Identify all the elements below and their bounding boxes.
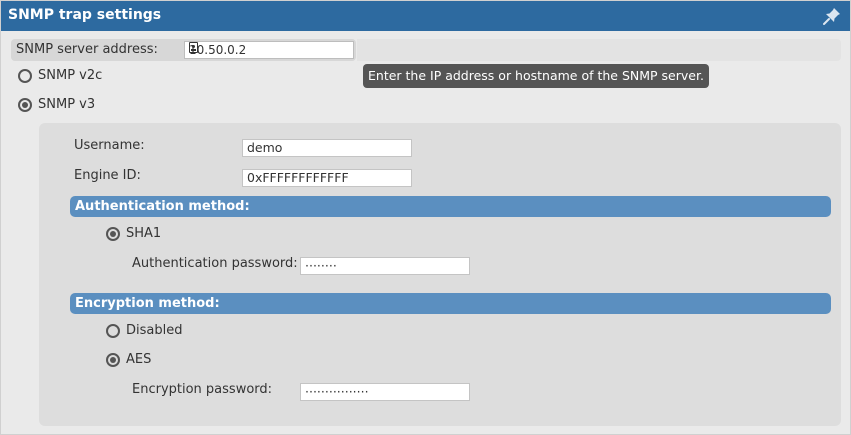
server-address-tooltip: Enter the IP address or hostname of the … [363, 64, 709, 88]
radio-auth-sha1[interactable]: SHA1 [106, 226, 161, 241]
authentication-method-heading: Authentication method: [70, 196, 831, 217]
engine-id-value: 0xFFFFFFFFFFFF [247, 170, 349, 185]
radio-checked-icon [18, 97, 32, 112]
engine-id-label: Engine ID: [74, 168, 141, 183]
authentication-password-label: Authentication password: [132, 256, 298, 271]
radio-encryption-disabled[interactable]: Disabled [106, 323, 182, 338]
username-value: demo [247, 140, 283, 155]
radio-snmp-v3[interactable]: SNMP v3 [18, 97, 95, 112]
radio-checked-icon [106, 352, 120, 367]
radio-circle-icon [18, 68, 32, 83]
radio-circle-icon [106, 323, 120, 338]
window-title: SNMP trap settings [8, 7, 162, 23]
radio-snmp-v2c[interactable]: SNMP v2c [18, 68, 102, 83]
radio-encryption-disabled-label: Disabled [126, 323, 183, 338]
radio-encryption-aes[interactable]: AES [106, 352, 151, 367]
title-bar: SNMP trap settings [1, 1, 850, 31]
radio-encryption-aes-label: AES [126, 352, 152, 367]
authentication-method-title: Authentication method: [75, 199, 250, 214]
encryption-password-value: ················ [305, 384, 369, 399]
snmp-trap-settings-panel: SNMP trap settings SNMP server address: … [0, 0, 851, 435]
radio-auth-sha1-label: SHA1 [126, 226, 162, 241]
authentication-password-value: ········ [305, 258, 337, 273]
server-address-label: SNMP server address: [16, 42, 158, 57]
encryption-method-title: Encryption method: [75, 296, 220, 311]
radio-snmp-v3-label: SNMP v3 [38, 97, 96, 112]
radio-checked-icon [106, 226, 120, 241]
pin-icon[interactable] [823, 7, 841, 25]
server-row-strip [357, 39, 841, 61]
username-input[interactable]: demo [242, 139, 412, 157]
server-address-row: SNMP server address: 10.50.0.2 [11, 39, 356, 61]
server-address-input[interactable]: 10.50.0.2 [184, 41, 354, 59]
authentication-password-input[interactable]: ········ [300, 257, 470, 275]
contact-card-icon[interactable] [189, 42, 198, 53]
encryption-method-heading: Encryption method: [70, 293, 831, 314]
encryption-password-label: Encryption password: [132, 382, 273, 397]
encryption-password-input[interactable]: ················ [300, 383, 470, 401]
engine-id-input[interactable]: 0xFFFFFFFFFFFF [242, 169, 412, 187]
username-label: Username: [74, 138, 145, 153]
radio-snmp-v2c-label: SNMP v2c [38, 68, 103, 83]
